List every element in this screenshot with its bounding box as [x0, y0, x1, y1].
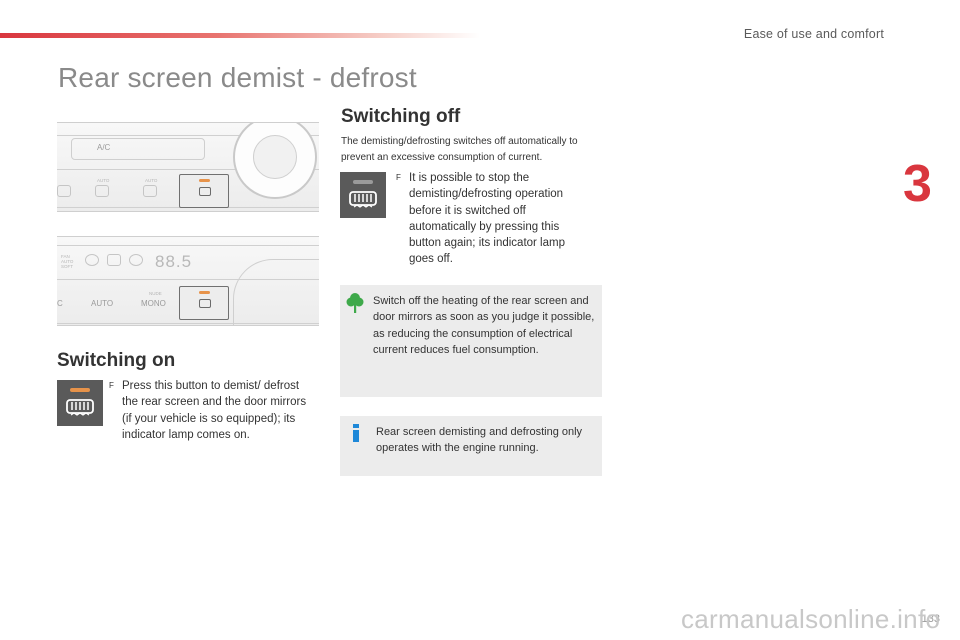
indicator-lamp: [199, 179, 210, 182]
rear-demist-button-icon-on: [57, 380, 103, 426]
mono-label: MONO: [141, 299, 166, 308]
eco-note-text: Switch off the heating of the rear scree…: [373, 295, 595, 356]
info-icon-dot: [353, 424, 359, 428]
info-icon-bar: [353, 430, 359, 442]
switching-off-heading: Switching off: [341, 106, 461, 127]
auto-label: AUTO: [91, 299, 114, 308]
bullet-marker: F: [396, 173, 401, 182]
panel-divider: [57, 245, 319, 246]
page-title: Rear screen demist - defrost: [58, 62, 417, 93]
mono-small-label: NUDE: [149, 291, 162, 296]
header-accent-bar: [0, 33, 480, 38]
ac-button-outline: [71, 138, 205, 160]
chapter-number: 3: [903, 155, 932, 213]
switching-off-text: It is possible to stop the demisting/def…: [409, 172, 565, 266]
c-label: C: [57, 299, 63, 308]
rear-screen-icon: [199, 187, 211, 196]
rotary-knob-center: [253, 135, 297, 179]
rear-screen-heating-icon: [349, 191, 377, 208]
rear-demist-button-highlight: [179, 174, 229, 208]
indicator-lamp-off: [353, 180, 373, 184]
control-panel-illustration-bottom: FAN AUTO SOFT 88.5 C AUTO NUDE MONO: [57, 236, 319, 326]
seat-heat-icon: [95, 185, 109, 197]
auto-label: AUTO: [97, 178, 110, 183]
seat-heat-icon: [143, 185, 157, 197]
fan-icon: [129, 254, 143, 266]
rear-screen-icon: [199, 299, 211, 308]
watermark: carmanualsonline.info: [681, 604, 941, 634]
rear-demist-button-highlight: [179, 286, 229, 320]
indicator-lamp-on: [70, 388, 90, 392]
section-title: Ease of use and comfort: [743, 27, 884, 41]
info-note: Rear screen demisting and defrosting onl…: [340, 416, 602, 476]
air-distribution-icon: [107, 254, 121, 266]
control-panel-illustration-top: A/C AUTO AUTO: [57, 122, 319, 212]
switching-off-intro: The demisting/defrosting switches off au…: [341, 136, 578, 163]
switching-on-heading: Switching on: [57, 350, 176, 371]
bullet-marker: F: [109, 381, 114, 390]
rear-screen-heating-icon: [66, 399, 94, 416]
ac-label: A/C: [97, 143, 111, 152]
auto-label: AUTO: [145, 178, 158, 183]
switching-on-text: Press this button to demist/ defrost the…: [122, 380, 307, 441]
rear-demist-button-icon-off: [340, 172, 386, 218]
switching-off-instruction: F It is possible to stop the demisting/d…: [396, 170, 592, 268]
info-note-text: Rear screen demisting and defrosting onl…: [376, 426, 583, 455]
eco-note: Switch off the heating of the rear scree…: [340, 285, 602, 397]
indicator-lamp: [199, 291, 210, 294]
recirculation-icon: [85, 254, 99, 266]
knob-bezel: [233, 259, 319, 325]
tree-icon: [346, 293, 364, 313]
seat-icon: [57, 185, 71, 197]
fan-label: FAN AUTO SOFT: [61, 254, 74, 269]
info-icon: [353, 424, 359, 442]
temperature-display: 88.5: [155, 252, 193, 271]
switching-on-instruction: F Press this button to demist/ defrost t…: [109, 378, 309, 443]
